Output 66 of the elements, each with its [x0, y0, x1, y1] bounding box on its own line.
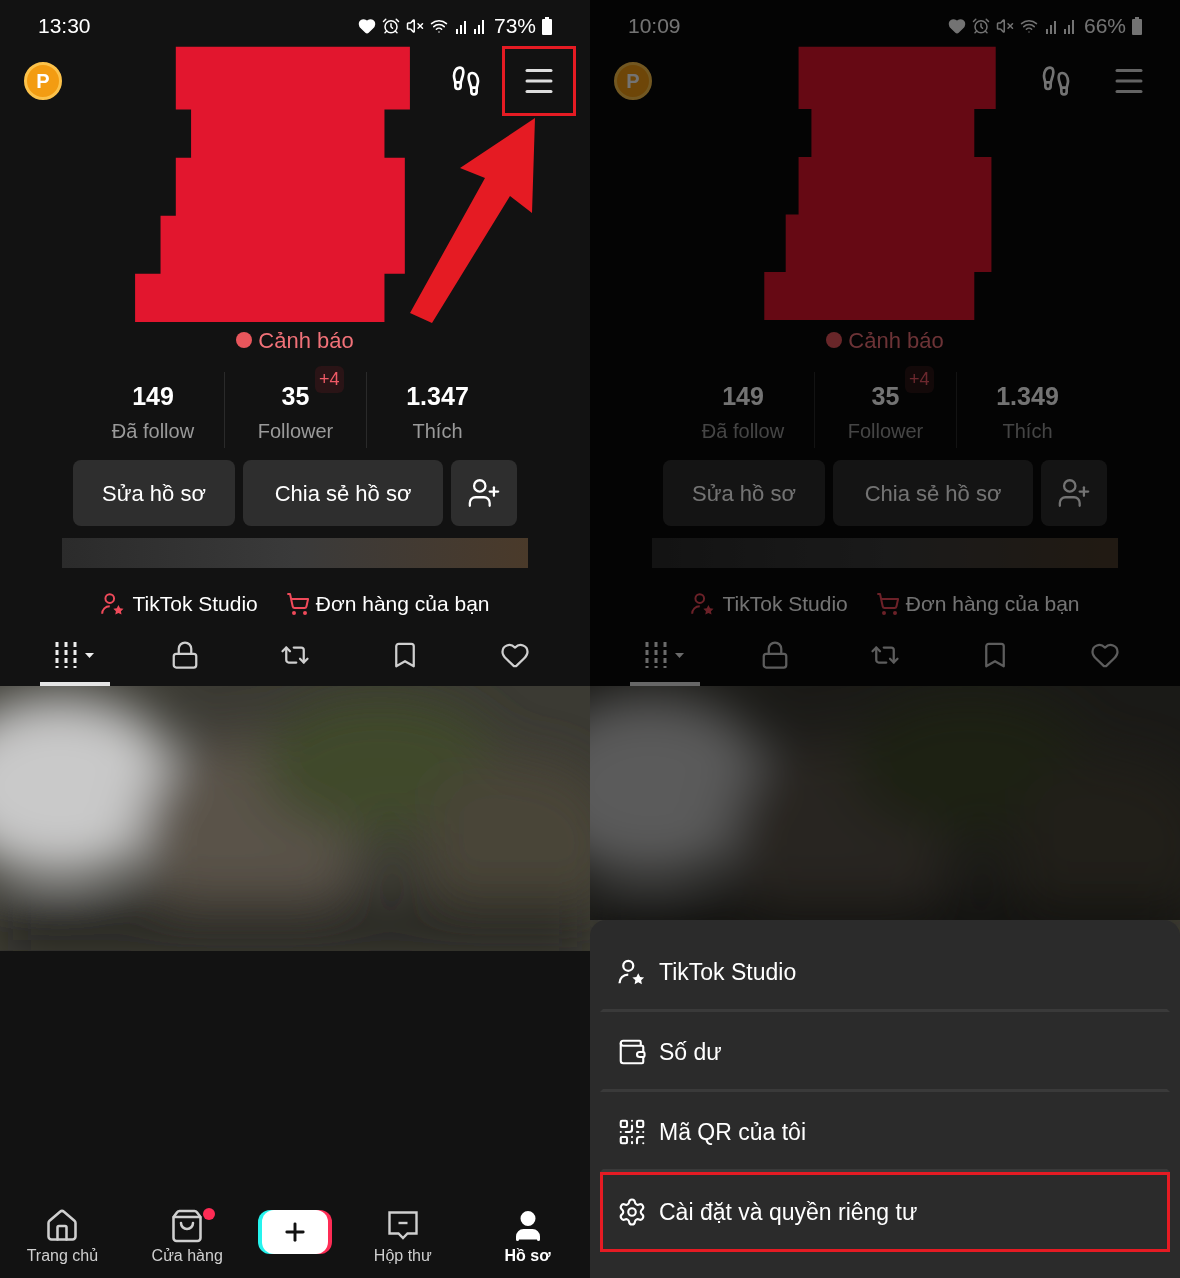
profile-button[interactable]: Sửa hồ sơ [73, 460, 235, 526]
wifi-icon [429, 17, 448, 35]
stat-value: 1.349 [996, 381, 1059, 412]
mute-icon [995, 17, 1014, 35]
stat-value: 149 [722, 381, 764, 412]
heart-icon [357, 17, 376, 35]
footprints-icon [450, 65, 482, 97]
battery-percent: 73% [493, 13, 536, 40]
stat-label: Follower [847, 418, 924, 444]
menu-item[interactable]: TikTok Studio [600, 932, 1170, 1012]
footprints-icon [1040, 65, 1072, 97]
stat-label: Đã follow [701, 418, 785, 444]
coin-icon: P [24, 62, 62, 100]
profile-link[interactable]: Đơn hàng của bạn [875, 588, 1080, 620]
coin-icon: P [614, 62, 652, 100]
battery-icon [542, 17, 552, 35]
nav-item[interactable]: Hộp thư [352, 1208, 453, 1268]
grid-caret-icon [53, 640, 97, 670]
profile-link[interactable]: TikTok Studio [100, 588, 258, 620]
profile-button[interactable]: Sửa hồ sơ [663, 460, 825, 526]
stat-label: Đã follow [111, 418, 195, 444]
settings-icon [617, 1197, 647, 1227]
stat-label: Thích [1002, 418, 1053, 444]
lock-icon [170, 640, 200, 670]
nav-item[interactable]: Cửa hàng [137, 1208, 238, 1268]
add-friend-button[interactable] [451, 460, 517, 526]
cart-icon [285, 592, 310, 616]
qr-code-icon [617, 1117, 647, 1147]
menu-item[interactable]: Mã QR của tôi [600, 1092, 1170, 1172]
profile-button[interactable]: Chia sẻ hồ sơ [243, 460, 443, 526]
warning-label: Cảnh báo [258, 326, 354, 355]
stat-value: 35 [281, 381, 310, 412]
menu-item[interactable]: Số dư [600, 1012, 1170, 1092]
wifi-icon [1019, 17, 1038, 35]
follower-badge: +4 [315, 366, 344, 393]
clock-time: 13:30 [38, 13, 91, 40]
alarm-icon [381, 17, 400, 35]
follower-badge: +4 [905, 366, 934, 393]
add-person-icon [1057, 476, 1091, 510]
stat-label: Thích [412, 418, 463, 444]
battery-icon [1132, 17, 1142, 35]
warning-icon [236, 332, 253, 348]
cart-icon [875, 592, 900, 616]
warning-icon [826, 332, 843, 348]
menu-item[interactable]: Cài đặt và quyền riêng tư [600, 1172, 1170, 1252]
stat-value: 1.347 [406, 381, 469, 412]
nav-item[interactable]: Trang chủ [12, 1208, 113, 1268]
clock-time: 10:09 [628, 13, 681, 40]
heart-icon [947, 17, 966, 35]
stat-value: 35 [871, 381, 900, 412]
warning-label: Cảnh báo [848, 326, 944, 355]
grid-caret-icon [643, 640, 687, 670]
profile-button[interactable]: Chia sẻ hồ sơ [833, 460, 1033, 526]
add-person-icon [467, 476, 501, 510]
alarm-icon [971, 17, 990, 35]
wallet-icon [617, 1037, 647, 1067]
profile-link[interactable]: Đơn hàng của bạn [285, 588, 490, 620]
mute-icon [405, 17, 424, 35]
nav-item[interactable]: Hồ sơ [477, 1208, 578, 1268]
battery-percent: 66% [1083, 13, 1126, 40]
person-star-icon [617, 957, 647, 987]
profile-link[interactable]: TikTok Studio [690, 588, 848, 620]
lock-icon [760, 640, 790, 670]
stat-label: Follower [257, 418, 334, 444]
stat-value: 149 [132, 381, 174, 412]
menu-button[interactable] [502, 46, 576, 116]
